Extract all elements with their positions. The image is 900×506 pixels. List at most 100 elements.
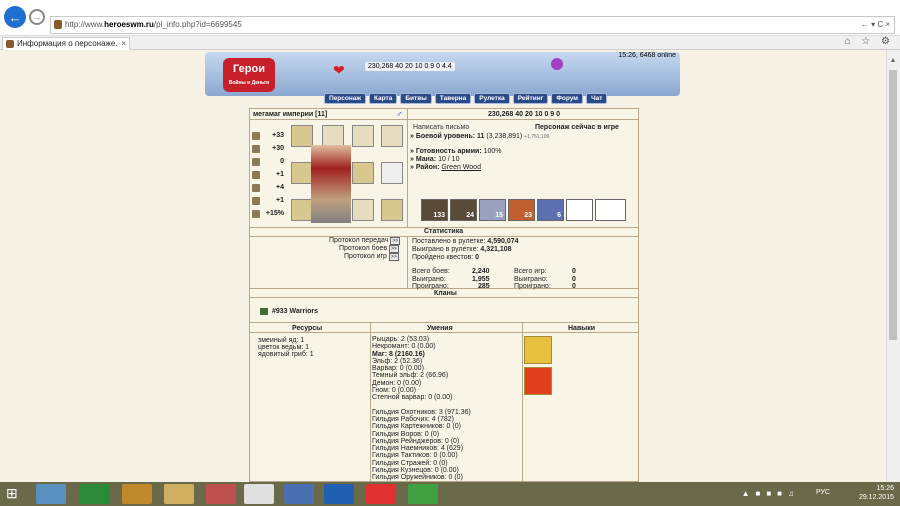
online-status: Персонаж сейчас в игре [535, 124, 619, 131]
browser-toolbar: ← → http://www.heroeswm.ru/pl_info.php?i… [0, 0, 900, 36]
write-letter-link[interactable]: Написать письмо [413, 124, 469, 131]
skill-line: Гильдия Стражей: 0 (0) [372, 459, 448, 467]
skill-spacer [372, 402, 471, 409]
battle-log-button[interactable]: >> [389, 245, 399, 253]
district-row: » Район: Green Wood [410, 164, 481, 171]
equipment-slot-book[interactable] [381, 125, 403, 147]
army-unit-1[interactable]: 133 [421, 199, 448, 221]
equipment-slot-amulet[interactable] [352, 125, 374, 147]
stat-attack: +33 [252, 132, 284, 140]
back-button[interactable]: ← [4, 6, 26, 28]
skill-line: Демон: 0 (0.00) [372, 379, 422, 387]
stat-defense: +30 [252, 145, 284, 153]
menu-tavern[interactable]: Таверна [434, 93, 472, 104]
skills-list: Рыцарь: 2 (53.03) Некромант: 0 (0.00) Ма… [372, 336, 471, 482]
start-icon[interactable]: ⊞ [6, 485, 24, 503]
battles-lost-label: Проиграно: [412, 283, 449, 290]
battles-won-label: Выиграно: [412, 276, 446, 283]
menu-battles[interactable]: Битвы [400, 93, 432, 104]
game-log-link[interactable]: Протокол игр >> [344, 253, 399, 261]
equipment-slot-boots[interactable] [381, 199, 403, 221]
clock[interactable]: 15:26 29.12.2015 [859, 484, 894, 502]
menu-forum[interactable]: Форум [551, 93, 584, 104]
perk-sword-icon[interactable] [524, 336, 552, 364]
transfer-log-button[interactable]: >> [390, 237, 401, 245]
address-bar-controls[interactable]: ← ▾ C × [861, 17, 890, 33]
stat-spellpower: 0 [252, 158, 284, 166]
initiative-icon [252, 210, 260, 218]
hero-portrait [311, 145, 351, 223]
close-tab-icon[interactable]: × [121, 38, 126, 50]
perks-header: Навыки [568, 325, 596, 332]
army-unit-3[interactable]: 15 [479, 199, 506, 221]
equipment-slot-cloak[interactable] [352, 162, 374, 184]
battle-log-link[interactable]: Протокол боев >> [339, 245, 399, 253]
system-tray-icons[interactable]: ▲■■■♫ [742, 489, 800, 498]
resource-item: ядовитый гриб: 1 [258, 351, 314, 358]
yandex-taskbar-icon[interactable] [366, 484, 396, 504]
equipment-slot-ring[interactable] [291, 125, 313, 147]
army-unit-5[interactable]: 6 [537, 199, 564, 221]
equipment-slot-ring2[interactable] [291, 162, 313, 184]
mail-taskbar-icon[interactable] [324, 484, 354, 504]
morale-icon [252, 197, 260, 205]
browser-tab[interactable]: Информация о персонаже. × [2, 37, 130, 50]
stat-luck: +4 [252, 184, 284, 192]
menu-roulette[interactable]: Рулетка [474, 93, 510, 104]
chrome-taskbar-icon[interactable] [408, 484, 438, 504]
game-log-button[interactable]: >> [388, 253, 399, 261]
stat-knowledge: +1 [252, 171, 284, 179]
player-level-badge: [11] [315, 111, 328, 118]
battles-lost-value: 285 [478, 283, 490, 290]
audio-taskbar-icon[interactable] [284, 484, 314, 504]
stat-initiative: +15% [252, 210, 284, 218]
game-logo[interactable]: Герои Войны и Деньги [223, 58, 275, 92]
army-row: » Готовность армии: 100% [410, 148, 502, 155]
army-unit-4[interactable]: 23 [508, 199, 535, 221]
district-link[interactable]: Green Wood [441, 164, 481, 171]
player-name[interactable]: мегамаг империи [253, 111, 313, 118]
site-favicon-icon [54, 20, 62, 29]
store-taskbar-icon[interactable] [244, 484, 274, 504]
address-bar[interactable]: http://www.heroeswm.ru/pl_info.php?id=66… [50, 16, 895, 34]
menu-map[interactable]: Карта [369, 93, 398, 104]
explorer-taskbar-icon[interactable] [164, 484, 194, 504]
skill-line: Гильдия Картежников: 0 (0) [372, 423, 461, 431]
ie-taskbar-icon[interactable] [36, 484, 66, 504]
equipment-slot-empty[interactable] [381, 162, 403, 184]
mana-row: » Мана: 10 / 10 [410, 156, 460, 163]
transfer-log-link[interactable]: Протокол передач >> [329, 237, 401, 245]
resource-item: змеиный яд: 1 [258, 337, 305, 344]
stat-morale: +1 [252, 197, 284, 205]
menu-character[interactable]: Персонаж [324, 93, 366, 104]
skill-line: Гильдия Охотников: 3 (971.36) [372, 408, 471, 416]
clans-header: Кланы [434, 290, 457, 297]
attack-icon [252, 132, 260, 140]
player-name-row: мегамаг империи [11] [253, 111, 327, 118]
game-banner: Герои Войны и Деньги ❤ 230,268 40 20 10 0… [205, 52, 680, 96]
tab-favicon-icon [6, 40, 14, 48]
media-taskbar-icon[interactable] [206, 484, 236, 504]
player-resources: 230,268 40 20 10 0 9 0 [488, 111, 561, 118]
menu-rating[interactable]: Рейтинг [512, 93, 549, 104]
skill-line: Гильдия Рейнджеров: 0 (0) [372, 437, 460, 445]
online-counter: 15:26, 6468 online [618, 52, 676, 59]
forward-button[interactable]: → [29, 9, 45, 25]
app-taskbar-icon[interactable] [122, 484, 152, 504]
equipment-slot-shield[interactable] [352, 199, 374, 221]
scrollbar-thumb[interactable] [889, 70, 897, 340]
luck-icon [252, 184, 260, 192]
clan-link[interactable]: #933 Warriors [272, 308, 318, 315]
equipment-slot-helmet[interactable] [322, 125, 344, 147]
equipment-slot-weapon[interactable] [291, 199, 313, 221]
battles-total-value: 2,240 [472, 268, 490, 275]
roulette-win-row: Выиграно в рулетке: 4,321,108 [412, 246, 512, 253]
army-unit-2[interactable]: 24 [450, 199, 477, 221]
menu-chat[interactable]: Чат [586, 93, 608, 104]
toolbar-icons[interactable]: ⌂ ☆ ⚙ [844, 36, 894, 47]
excel-taskbar-icon[interactable] [80, 484, 110, 504]
perk-shield-icon[interactable] [524, 367, 552, 395]
scroll-up-icon[interactable]: ▲ [888, 57, 898, 67]
language-indicator[interactable]: РУС [816, 489, 830, 496]
games-lost-label: Проиграно: [514, 283, 551, 290]
